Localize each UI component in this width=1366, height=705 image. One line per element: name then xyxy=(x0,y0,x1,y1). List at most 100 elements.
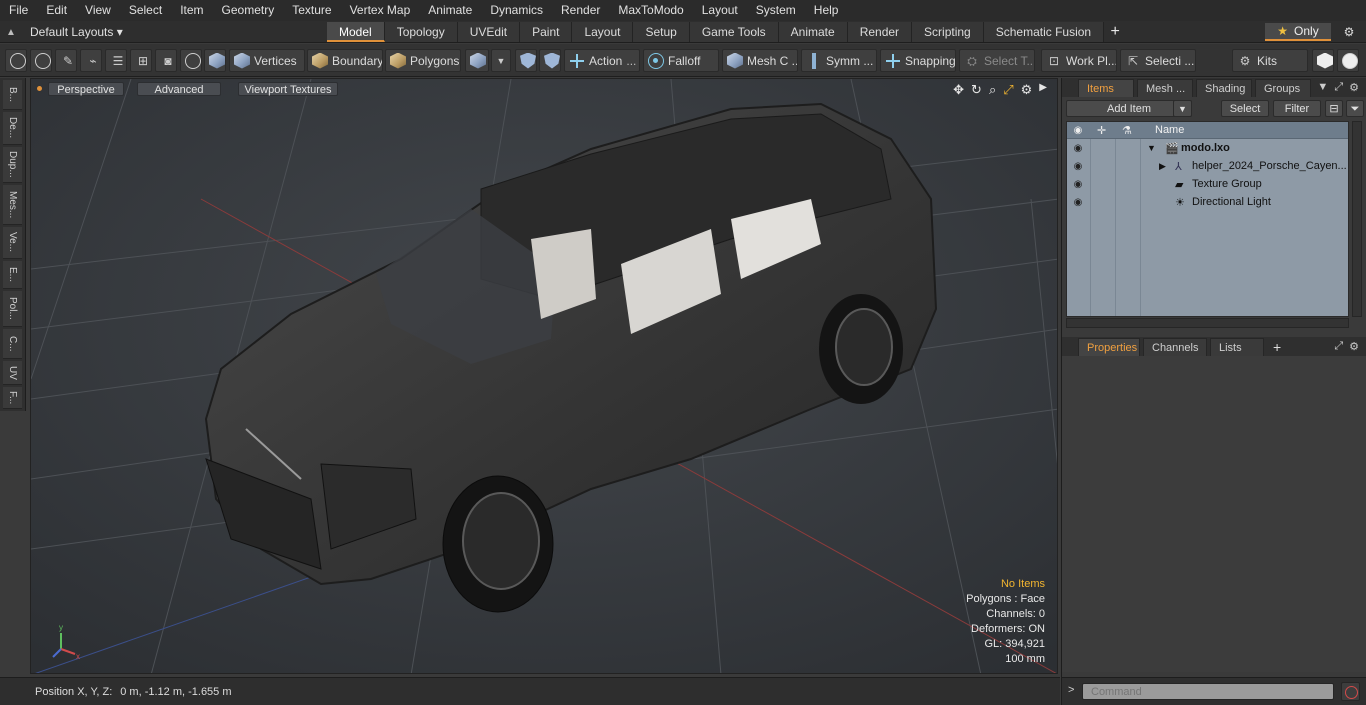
items-tab-dropdown-icon[interactable]: ▼ xyxy=(1317,81,1328,94)
work-plane-button[interactable]: ⊡ Work Pl... xyxy=(1041,49,1117,72)
menu-system[interactable]: System xyxy=(747,0,805,21)
header-render-icon[interactable]: ⚗ xyxy=(1122,124,1132,137)
snapping-button[interactable]: Snapping xyxy=(880,49,956,72)
vtab-edge[interactable]: E... xyxy=(3,261,22,289)
menu-animate[interactable]: Animate xyxy=(419,0,481,21)
shield-button-2[interactable] xyxy=(539,49,561,72)
vtab-uv[interactable]: UV xyxy=(3,361,22,385)
tab-animate[interactable]: Animate xyxy=(778,22,848,42)
select-through-button[interactable]: ⛭ Select T... xyxy=(959,49,1035,72)
vtab-deform[interactable]: De... xyxy=(3,112,22,145)
only-button[interactable]: ★ Only xyxy=(1265,23,1331,41)
polygons-button[interactable]: Polygons xyxy=(385,49,461,72)
add-properties-tab-icon[interactable]: + xyxy=(1267,339,1287,356)
viewport-textures-button[interactable]: Viewport Textures xyxy=(238,82,338,96)
items-vertical-scrollbar[interactable] xyxy=(1352,121,1362,317)
timer-button[interactable] xyxy=(180,49,202,72)
select-mode-button[interactable] xyxy=(5,49,27,72)
vtab-basic[interactable]: B... xyxy=(3,80,22,110)
visibility-eye-icon[interactable]: ◉ xyxy=(1071,161,1085,172)
tab-render[interactable]: Render xyxy=(847,22,913,42)
list-item[interactable]: ◉ ▶ ⅄ helper_2024_Porsche_Cayen... xyxy=(1067,157,1348,175)
tab-mesh-ops[interactable]: Mesh ... xyxy=(1137,79,1193,97)
center-button[interactable]: ⊞ xyxy=(130,49,152,72)
kits-button[interactable]: ⚙ Kits xyxy=(1232,49,1308,72)
items-maximize-icon[interactable]: ⤢ xyxy=(1334,81,1343,94)
vtab-duplicate[interactable]: Dup... xyxy=(3,147,22,183)
vtab-vertex[interactable]: Ve... xyxy=(3,227,22,259)
tab-items[interactable]: Items xyxy=(1078,79,1134,97)
header-lock-icon[interactable]: ✛ xyxy=(1097,124,1106,137)
advanced-button[interactable]: Advanced xyxy=(137,82,221,96)
tab-schematic-fusion[interactable]: Schematic Fusion xyxy=(983,22,1105,42)
perspective-button[interactable]: Perspective xyxy=(48,82,124,96)
shield-button-1[interactable] xyxy=(515,49,537,72)
menu-edit[interactable]: Edit xyxy=(37,0,76,21)
list-item[interactable]: ◉ ▼ 🎬 modo.lxo xyxy=(1067,139,1348,157)
menu-maxtomodo[interactable]: MaxToModo xyxy=(609,0,692,21)
viewport-gear-icon[interactable]: ⚙ xyxy=(1021,82,1033,98)
frame-button[interactable]: ◙ xyxy=(155,49,177,72)
items-horizontal-scrollbar[interactable] xyxy=(1066,318,1349,328)
tab-scripting[interactable]: Scripting xyxy=(912,22,984,42)
properties-gear-icon[interactable]: ⚙ xyxy=(1349,340,1359,353)
menu-file[interactable]: File xyxy=(0,0,37,21)
selection-sets-button[interactable]: ⇱ Selecti ... xyxy=(1120,49,1196,72)
tab-groups[interactable]: Groups xyxy=(1255,79,1311,97)
vtab-mesh-edit[interactable]: Mes... xyxy=(3,185,22,225)
vtab-polygon[interactable]: Pol... xyxy=(3,291,22,327)
tab-properties[interactable]: Properties xyxy=(1078,338,1140,356)
boundary-button[interactable]: Boundary xyxy=(307,49,383,72)
menu-texture[interactable]: Texture xyxy=(283,0,340,21)
menu-help[interactable]: Help xyxy=(805,0,848,21)
command-input[interactable] xyxy=(1082,683,1334,700)
vertices-button[interactable]: Vertices xyxy=(229,49,305,72)
menu-geometry[interactable]: Geometry xyxy=(213,0,284,21)
visibility-eye-icon[interactable]: ◉ xyxy=(1071,179,1085,190)
tab-paint[interactable]: Paint xyxy=(520,22,573,42)
items-gear-icon[interactable]: ⚙ xyxy=(1349,81,1359,94)
unreal-button[interactable] xyxy=(1337,49,1359,72)
tab-layout[interactable]: Layout xyxy=(572,22,634,42)
menu-select[interactable]: Select xyxy=(120,0,171,21)
vtab-fusion[interactable]: F... xyxy=(3,387,22,409)
pan-icon[interactable]: ✥ xyxy=(953,82,964,98)
collapse-button[interactable]: ⊟ xyxy=(1325,100,1343,117)
menu-view[interactable]: View xyxy=(76,0,120,21)
tab-game-tools[interactable]: Game Tools xyxy=(689,22,779,42)
menu-render[interactable]: Render xyxy=(552,0,609,21)
funnel-icon[interactable]: ⏷ xyxy=(1346,100,1364,117)
expand-arrow-icon[interactable]: ▼ xyxy=(1147,143,1156,153)
rotate-icon[interactable]: ↻ xyxy=(971,82,982,98)
menu-layout[interactable]: Layout xyxy=(693,0,747,21)
viewport-expand-icon[interactable]: ▶ xyxy=(1039,82,1047,98)
menu-item[interactable]: Item xyxy=(171,0,212,21)
gear-icon[interactable]: ⚙ xyxy=(1340,23,1358,41)
header-eye-icon[interactable]: ◉ xyxy=(1071,125,1085,136)
globe-button[interactable] xyxy=(30,49,52,72)
select-button[interactable]: Select xyxy=(1221,100,1269,117)
3d-viewport[interactable]: y x Perspective Advanced Viewport Textur… xyxy=(30,78,1058,674)
record-macro-icon[interactable] xyxy=(1341,682,1360,701)
command-arrow-icon[interactable]: > xyxy=(1068,684,1074,696)
fit-icon[interactable]: ⤢ xyxy=(1003,82,1013,98)
add-tab-icon[interactable]: + xyxy=(1104,22,1126,42)
tab-setup[interactable]: Setup xyxy=(633,22,690,42)
tab-topology[interactable]: Topology xyxy=(384,22,458,42)
material-dropdown[interactable]: ▼ xyxy=(491,49,511,72)
tab-model[interactable]: Model xyxy=(327,22,385,42)
menu-vertex-map[interactable]: Vertex Map xyxy=(341,0,420,21)
action-center-button[interactable]: Action... xyxy=(564,49,640,72)
unity-button[interactable] xyxy=(1312,49,1334,72)
properties-maximize-icon[interactable]: ⤢ xyxy=(1334,340,1343,353)
material-button[interactable] xyxy=(465,49,489,72)
list-item[interactable]: ◉ ☀ Directional Light xyxy=(1067,193,1348,211)
pen-button[interactable]: ✎ xyxy=(55,49,77,72)
name-column-header[interactable]: Name xyxy=(1155,124,1184,136)
menu-dynamics[interactable]: Dynamics xyxy=(481,0,552,21)
tab-channels[interactable]: Channels xyxy=(1143,338,1207,356)
visibility-eye-icon[interactable]: ◉ xyxy=(1071,197,1085,208)
visibility-eye-icon[interactable]: ◉ xyxy=(1071,143,1085,154)
brush-button[interactable]: ⌁ xyxy=(80,49,102,72)
tab-uvedit[interactable]: UVEdit xyxy=(457,22,521,42)
